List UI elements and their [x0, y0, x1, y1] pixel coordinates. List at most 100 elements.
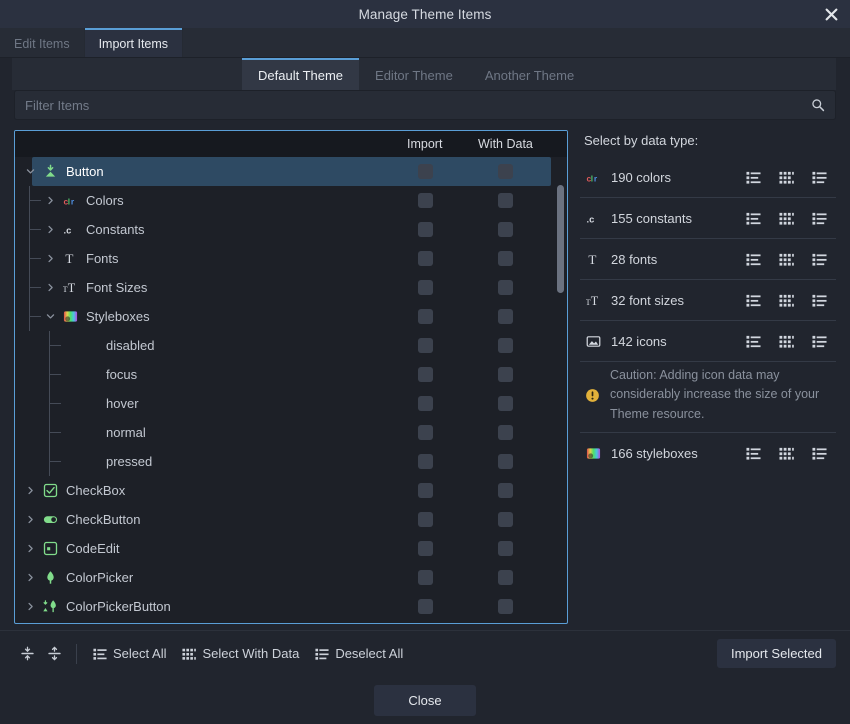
with-data-checkbox[interactable]: [498, 193, 513, 208]
tab-edit-items[interactable]: Edit Items: [0, 28, 84, 57]
import-checkbox[interactable]: [418, 367, 433, 382]
tree-expander[interactable]: [43, 310, 57, 324]
tree-scrollbar[interactable]: [557, 185, 564, 619]
deselect-all-icon[interactable]: [811, 169, 828, 186]
with-data-checkbox[interactable]: [498, 512, 513, 527]
deselect-all-icon[interactable]: [811, 445, 828, 462]
font-sizes-icon: TT: [584, 293, 602, 308]
import-checkbox[interactable]: [418, 222, 433, 237]
with-data-checkbox[interactable]: [498, 280, 513, 295]
tree-row[interactable]: CheckBox: [15, 476, 567, 505]
close-icon[interactable]: [816, 0, 846, 28]
import-checkbox[interactable]: [418, 541, 433, 556]
tree-row[interactable]: normal: [15, 418, 567, 447]
select-with-data-icon[interactable]: [778, 333, 795, 350]
import-checkbox[interactable]: [418, 164, 433, 179]
with-data-checkbox[interactable]: [498, 541, 513, 556]
select-with-data-icon[interactable]: [778, 210, 795, 227]
tree-row[interactable]: Button: [15, 157, 567, 186]
tree-row-label: CodeEdit: [66, 541, 119, 556]
tree-row[interactable]: focus: [15, 360, 567, 389]
import-checkbox[interactable]: [418, 251, 433, 266]
tree-expander[interactable]: [43, 223, 57, 237]
tree-row[interactable]: clrColors: [15, 186, 567, 215]
select-with-data-icon[interactable]: [778, 445, 795, 462]
with-data-checkbox[interactable]: [498, 251, 513, 266]
select-all-icon[interactable]: [745, 251, 762, 268]
import-checkbox[interactable]: [418, 396, 433, 411]
deselect-all-icon[interactable]: [811, 333, 828, 350]
import-checkbox[interactable]: [418, 193, 433, 208]
tree-expander[interactable]: [23, 542, 37, 556]
with-data-checkbox[interactable]: [498, 309, 513, 324]
select-all-button[interactable]: Select All: [85, 641, 174, 666]
theme-tab-editor[interactable]: Editor Theme: [359, 58, 469, 90]
tree-expander[interactable]: [43, 252, 57, 266]
with-data-checkbox[interactable]: [498, 570, 513, 585]
tree-row[interactable]: TFonts: [15, 244, 567, 273]
tree-row[interactable]: disabled: [15, 331, 567, 360]
theme-tab-default[interactable]: Default Theme: [242, 58, 359, 90]
with-data-checkbox[interactable]: [498, 396, 513, 411]
select-with-data-icon[interactable]: [778, 251, 795, 268]
with-data-checkbox[interactable]: [498, 483, 513, 498]
tree-row[interactable]: CheckButton: [15, 505, 567, 534]
tree-expander[interactable]: [43, 281, 57, 295]
tree-row[interactable]: ColorPicker: [15, 563, 567, 592]
with-data-checkbox[interactable]: [498, 164, 513, 179]
with-data-checkbox[interactable]: [498, 222, 513, 237]
import-checkbox[interactable]: [418, 570, 433, 585]
filter-input[interactable]: Filter Items: [14, 90, 836, 120]
import-checkbox[interactable]: [418, 512, 433, 527]
select-all-icon[interactable]: [745, 210, 762, 227]
tree-expander[interactable]: [23, 165, 37, 179]
tab-import-items[interactable]: Import Items: [85, 28, 182, 57]
styleboxes-icon: [584, 446, 602, 461]
deselect-all-icon[interactable]: [811, 210, 828, 227]
tree-row[interactable]: .cConstants: [15, 215, 567, 244]
select-all-icon[interactable]: [745, 333, 762, 350]
collapse-all-button[interactable]: [14, 641, 41, 666]
tree-row[interactable]: pressed: [15, 447, 567, 476]
tree-expander[interactable]: [23, 571, 37, 585]
tree-expander: [63, 368, 77, 382]
with-data-checkbox[interactable]: [498, 367, 513, 382]
import-checkbox[interactable]: [418, 280, 433, 295]
tree-row[interactable]: ColorPickerButton: [15, 592, 567, 621]
import-checkbox[interactable]: [418, 338, 433, 353]
tree-row[interactable]: Styleboxes: [15, 302, 567, 331]
tree-expander[interactable]: [23, 600, 37, 614]
tree-expander[interactable]: [23, 513, 37, 527]
select-all-icon[interactable]: [745, 169, 762, 186]
import-checkbox[interactable]: [418, 483, 433, 498]
select-all-icon[interactable]: [745, 445, 762, 462]
select-all-icon[interactable]: [745, 292, 762, 309]
with-data-checkbox[interactable]: [498, 454, 513, 469]
with-data-checkbox[interactable]: [498, 599, 513, 614]
tree-scrollbar-thumb[interactable]: [557, 185, 564, 293]
close-button[interactable]: Close: [374, 685, 475, 716]
select-with-data-button[interactable]: Select With Data: [174, 641, 307, 666]
import-checkbox[interactable]: [418, 425, 433, 440]
import-checkbox[interactable]: [418, 454, 433, 469]
theme-tab-another[interactable]: Another Theme: [469, 58, 590, 90]
import-checkbox[interactable]: [418, 599, 433, 614]
expand-all-button[interactable]: [41, 641, 68, 666]
with-data-checkbox[interactable]: [498, 425, 513, 440]
deselect-all-icon[interactable]: [811, 292, 828, 309]
data-type-row: 142 icons: [580, 321, 836, 362]
select-with-data-icon[interactable]: [778, 292, 795, 309]
import-checkbox[interactable]: [418, 309, 433, 324]
tree-row[interactable]: hover: [15, 389, 567, 418]
tree-expander[interactable]: [23, 484, 37, 498]
tree-expander[interactable]: [43, 194, 57, 208]
tree-row[interactable]: CodeEdit: [15, 534, 567, 563]
select-with-data-icon[interactable]: [778, 169, 795, 186]
tree-scroll-area[interactable]: ButtonclrColors.cConstantsTFontsTTFont S…: [15, 157, 567, 623]
deselect-all-button[interactable]: Deselect All: [307, 641, 411, 666]
tree-row[interactable]: TTFont Sizes: [15, 273, 567, 302]
deselect-all-icon[interactable]: [811, 251, 828, 268]
import-selected-button[interactable]: Import Selected: [717, 639, 836, 668]
with-data-checkbox[interactable]: [498, 338, 513, 353]
tree-row-label: pressed: [106, 454, 152, 469]
